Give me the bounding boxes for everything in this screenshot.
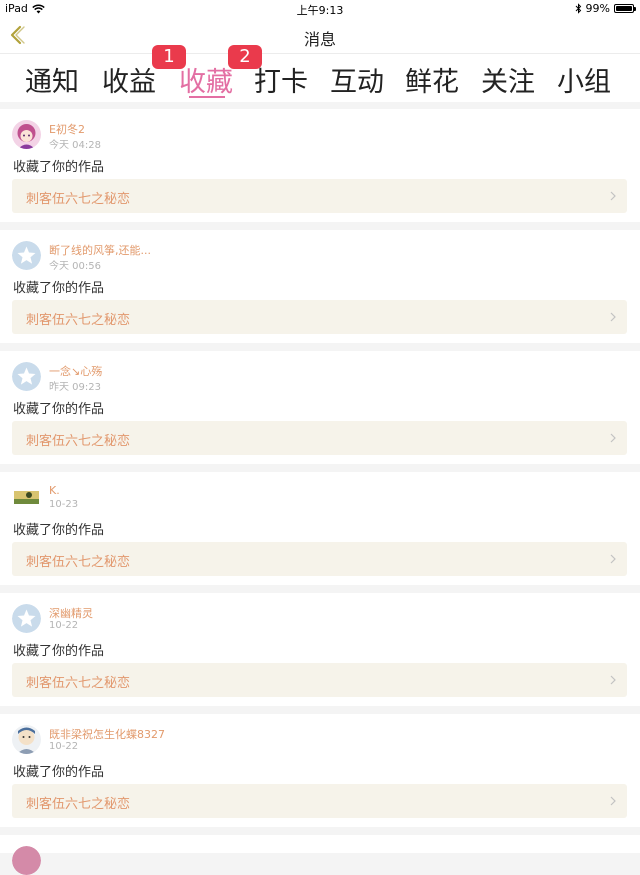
landscape-photo-avatar-icon: [12, 483, 41, 512]
cartoon-character-avatar-icon: [12, 725, 41, 754]
user-avatar[interactable]: [12, 846, 41, 875]
user-avatar[interactable]: [12, 725, 41, 754]
work-link[interactable]: 刺客伍六七之秘恋: [12, 421, 627, 455]
battery-icon: [614, 4, 636, 13]
message-card: E初冬2 今天 04:28 收藏了你的作品 刺客伍六七之秘恋: [0, 109, 640, 222]
tab-bar: 通知 收益 收藏 打卡 互动 鲜花 关注 小组: [0, 54, 640, 102]
nav-bar: 消息: [0, 17, 640, 54]
work-title: 刺客伍六七之秘恋: [26, 797, 131, 812]
message-card: 既非梁祝怎生化蝶8327 10-22 收藏了你的作品 刺客伍六七之秘恋: [0, 714, 640, 827]
default-star-avatar-icon: [12, 241, 41, 270]
work-title: 刺客伍六七之秘恋: [26, 676, 131, 691]
message-text: 收藏了你的作品: [13, 160, 105, 175]
anime-avatar-icon: [12, 846, 41, 875]
tab-groups[interactable]: 小组: [557, 60, 611, 99]
user-avatar[interactable]: [12, 120, 41, 149]
tab-notice[interactable]: 通知: [25, 60, 79, 99]
message-time: 今天 04:28: [49, 140, 101, 151]
tab-favorites[interactable]: 收藏: [179, 60, 233, 99]
battery-level: [616, 6, 632, 11]
message-text: 收藏了你的作品: [13, 644, 105, 659]
default-star-avatar-icon: [12, 362, 41, 391]
message-text: 收藏了你的作品: [13, 523, 105, 538]
message-time: 今天 00:56: [49, 261, 101, 272]
chevron-right-icon: [610, 675, 616, 685]
message-card: 深幽精灵 10-22 收藏了你的作品 刺客伍六七之秘恋: [0, 593, 640, 706]
username[interactable]: 断了线的风筝,还能...: [49, 242, 151, 258]
chevron-right-icon: [610, 796, 616, 806]
work-link[interactable]: 刺客伍六七之秘恋: [12, 542, 627, 576]
user-avatar[interactable]: [12, 241, 41, 270]
work-link[interactable]: 刺客伍六七之秘恋: [12, 663, 627, 697]
bluetooth-icon: [575, 3, 581, 14]
tab-follow[interactable]: 关注: [481, 60, 535, 99]
tab-income[interactable]: 收益: [102, 60, 156, 99]
message-time: 10-22: [49, 620, 79, 631]
message-card: 断了线的风筝,还能... 今天 00:56 收藏了你的作品 刺客伍六七之秘恋: [0, 230, 640, 343]
user-avatar[interactable]: [12, 362, 41, 391]
work-link[interactable]: 刺客伍六七之秘恋: [12, 300, 627, 334]
tab-flowers[interactable]: 鲜花: [405, 60, 459, 99]
checkin-unread-badge: 2: [228, 45, 262, 69]
message-text: 收藏了你的作品: [13, 281, 105, 296]
work-link[interactable]: 刺客伍六七之秘恋: [12, 179, 627, 213]
message-card: K. 10-23 收藏了你的作品 刺客伍六七之秘恋: [0, 472, 640, 585]
work-title: 刺客伍六七之秘恋: [26, 555, 131, 570]
chevron-right-icon: [610, 433, 616, 443]
user-avatar[interactable]: [12, 483, 41, 512]
battery-percent: 99%: [585, 2, 610, 15]
username[interactable]: 深幽精灵: [49, 605, 93, 621]
message-card: 一念↘心殇 昨天 09:23 收藏了你的作品 刺客伍六七之秘恋: [0, 351, 640, 464]
chevron-right-icon: [610, 554, 616, 564]
username[interactable]: K.: [49, 484, 60, 497]
work-title: 刺客伍六七之秘恋: [26, 313, 131, 328]
anime-girl-avatar-icon: [12, 120, 41, 149]
chevron-right-icon: [610, 312, 616, 322]
message-text: 收藏了你的作品: [13, 765, 105, 780]
user-avatar[interactable]: [12, 604, 41, 633]
username[interactable]: E初冬2: [49, 121, 85, 137]
tab-interaction[interactable]: 互动: [330, 60, 384, 99]
work-link[interactable]: 刺客伍六七之秘恋: [12, 784, 627, 818]
income-unread-badge: 1: [152, 45, 186, 69]
status-time: 上午9:13: [296, 4, 344, 17]
default-star-avatar-icon: [12, 604, 41, 633]
message-time: 昨天 09:23: [49, 382, 101, 393]
username[interactable]: 一念↘心殇: [49, 363, 102, 379]
message-time: 10-22: [49, 741, 79, 752]
message-card-partial: [0, 835, 640, 875]
status-bar: iPad 上午9:13 99%: [0, 0, 640, 17]
chevron-right-icon: [610, 191, 616, 201]
message-time: 10-23: [49, 499, 79, 510]
active-tab-indicator: [189, 96, 225, 98]
message-text: 收藏了你的作品: [13, 402, 105, 417]
work-title: 刺客伍六七之秘恋: [26, 192, 131, 207]
tab-checkin[interactable]: 打卡: [254, 60, 308, 99]
username[interactable]: 既非梁祝怎生化蝶8327: [49, 726, 165, 742]
work-title: 刺客伍六七之秘恋: [26, 434, 131, 449]
page-title: 消息: [303, 30, 336, 49]
